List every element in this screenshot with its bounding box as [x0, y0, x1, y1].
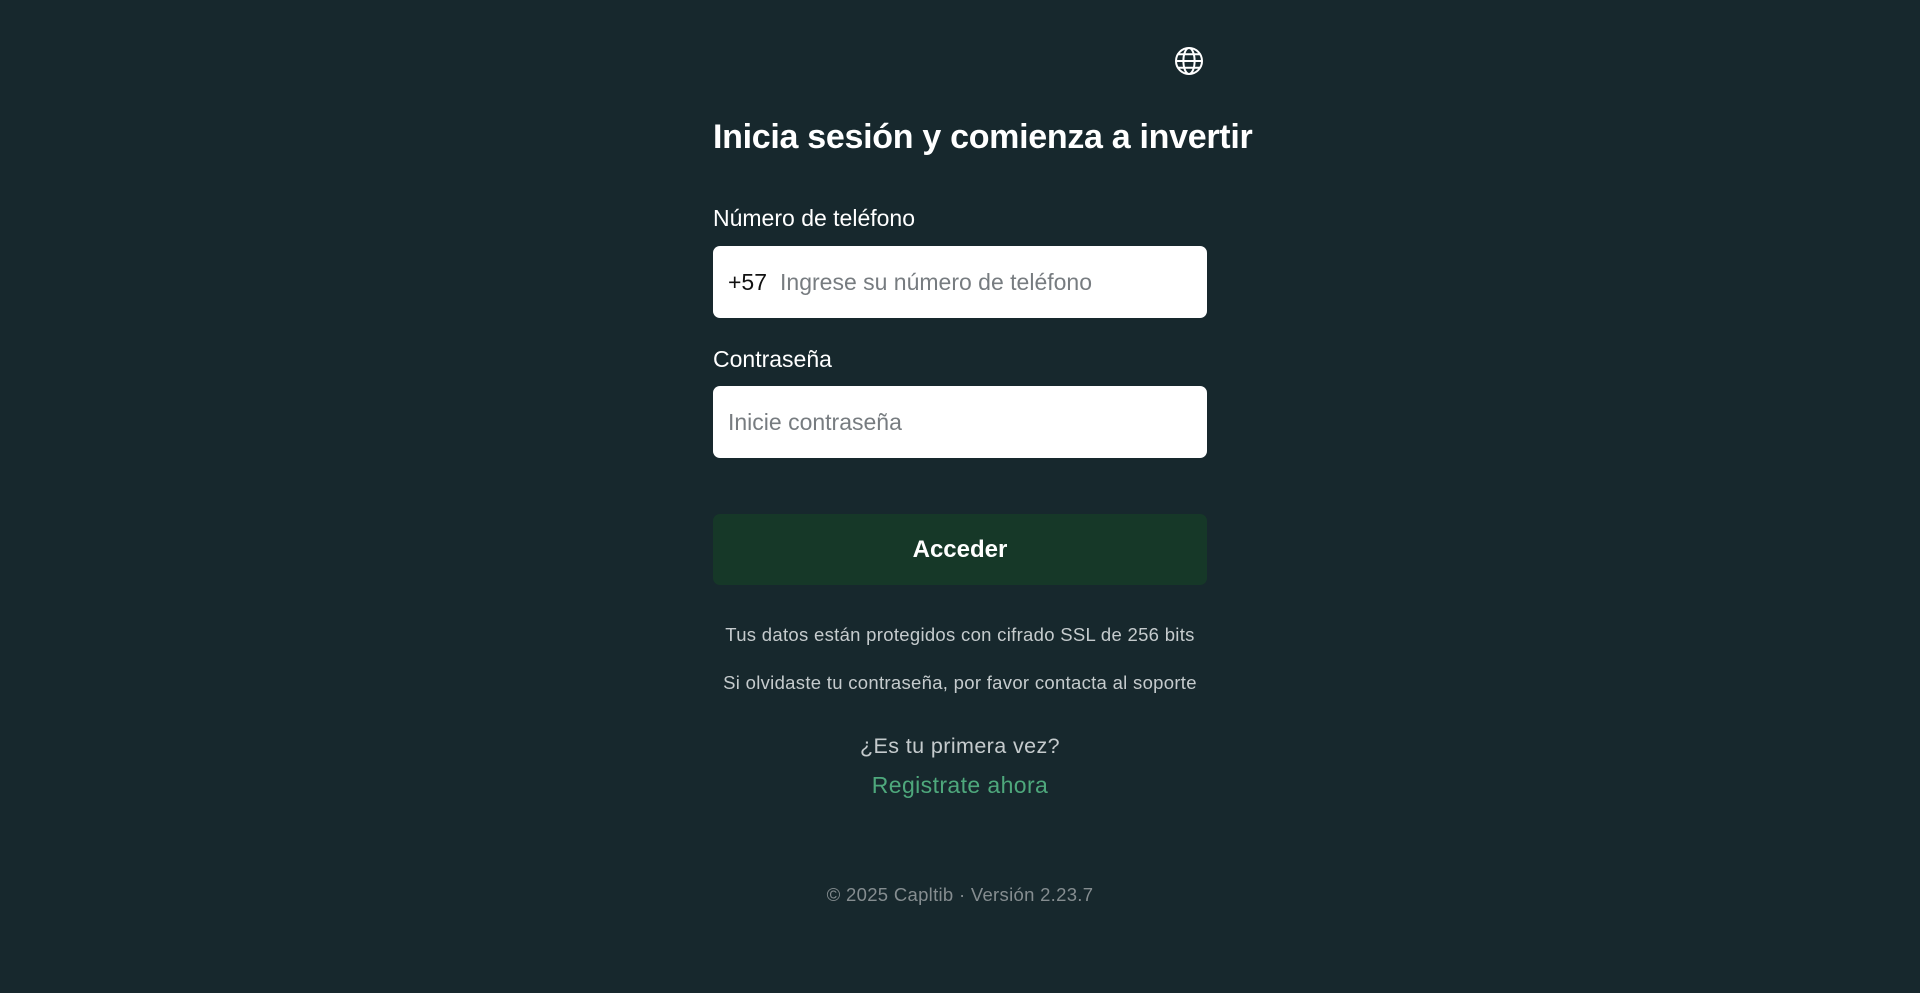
globe-icon: [1175, 47, 1203, 75]
footer-copyright: © 2025 Capltib · Versión 2.23.7: [826, 884, 1094, 905]
register-link[interactable]: Registrate ahora: [713, 772, 1207, 799]
page-title: Inicia sesión y comienza a invertir: [713, 118, 1253, 156]
phone-field[interactable]: +57: [713, 246, 1207, 318]
first-time-text: ¿Es tu primera vez?: [860, 734, 1060, 758]
support-note: Si olvidaste tu contraseña, por favor co…: [723, 672, 1197, 693]
phone-label: Número de teléfono: [713, 205, 916, 231]
login-page: Inicia sesión y comienza a invertir Núme…: [0, 0, 1920, 993]
ssl-note: Tus datos están protegidos con cifrado S…: [725, 624, 1195, 645]
phone-input[interactable]: [780, 268, 1192, 296]
password-label: Contraseña: [713, 346, 832, 372]
language-button[interactable]: [1173, 45, 1205, 77]
login-button[interactable]: Acceder: [713, 514, 1207, 585]
password-field[interactable]: [713, 386, 1207, 458]
password-input[interactable]: [728, 408, 1192, 436]
country-code-prefix: +57: [728, 268, 768, 295]
